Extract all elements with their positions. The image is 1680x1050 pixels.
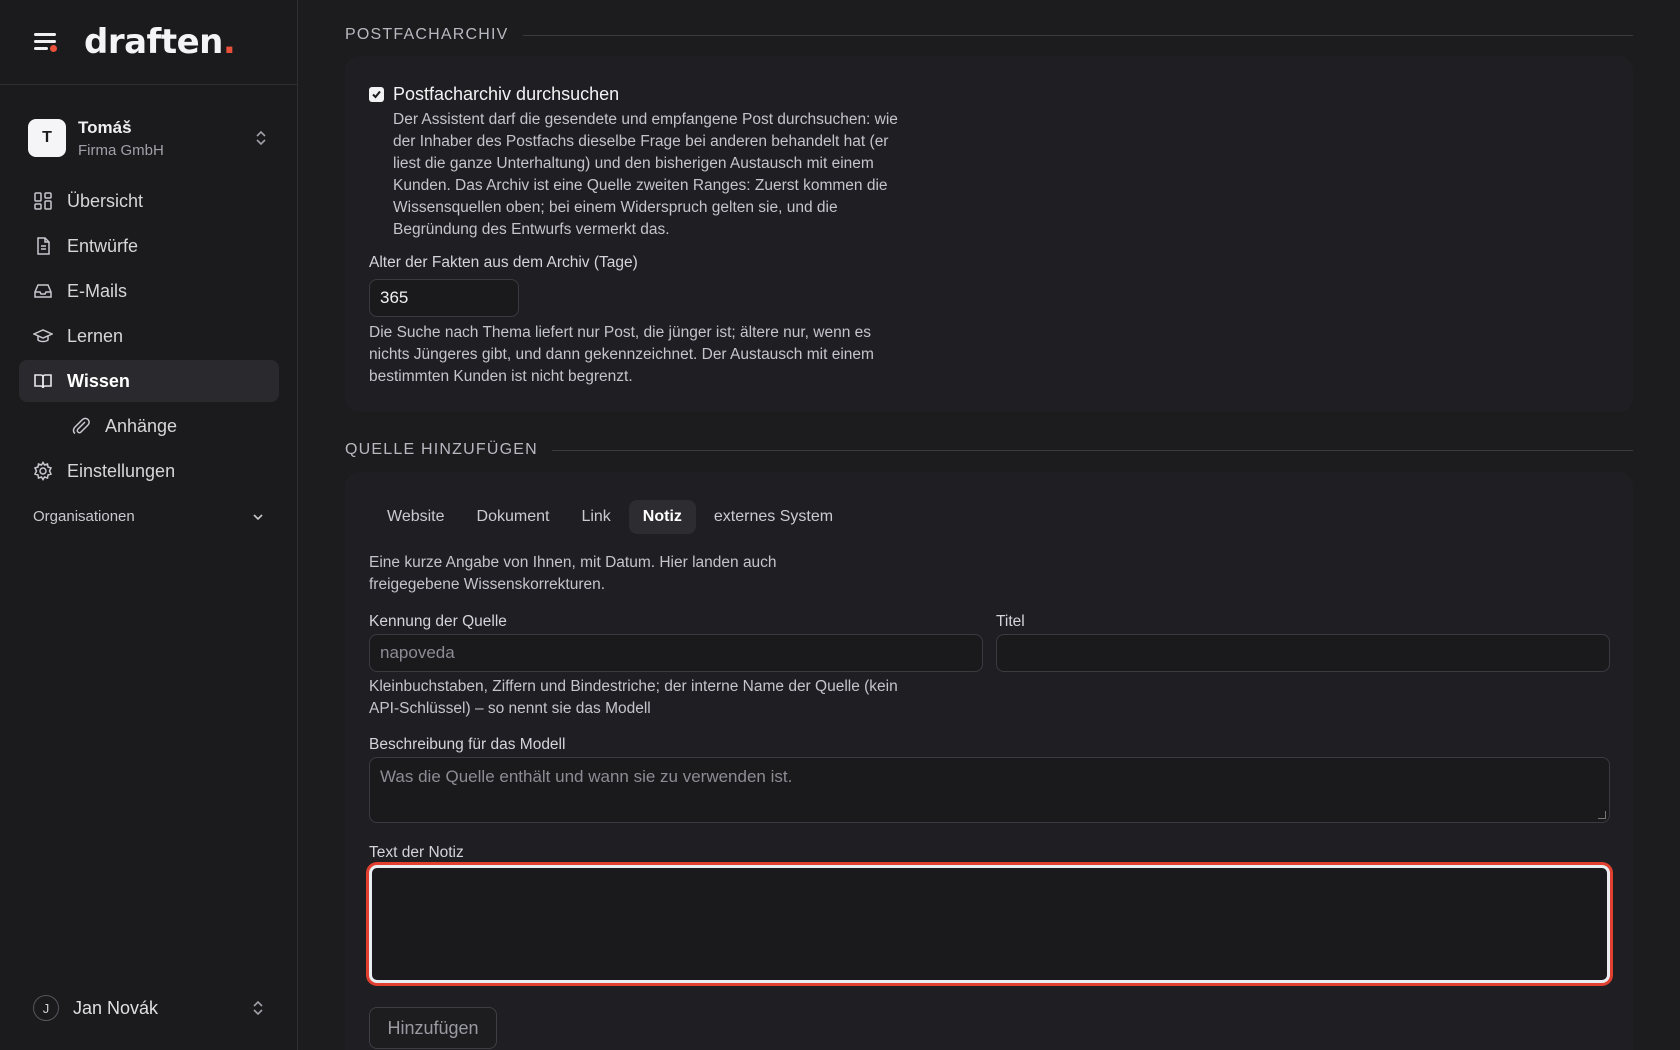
user-avatar: J	[33, 995, 59, 1021]
description-textarea[interactable]: Was die Quelle enthält und wann sie zu v…	[369, 757, 1610, 823]
user-name: Jan Novák	[73, 997, 159, 1018]
paperclip-icon	[72, 417, 90, 435]
graduation-cap-icon	[33, 329, 53, 343]
add-source-section-heading: QUELLE HINZUFÜGEN	[345, 441, 1633, 459]
description-placeholder: Was die Quelle enthält und wann sie zu v…	[380, 767, 793, 786]
organisations-label: Organisationen	[33, 508, 135, 525]
tab-website[interactable]: Website	[373, 500, 459, 534]
nav-label: Anhänge	[105, 415, 178, 436]
archive-age-label: Alter der Fakten aus dem Archiv (Tage)	[369, 254, 638, 271]
source-title-input[interactable]	[996, 634, 1610, 672]
add-source-card: Website Dokument Link Notiz externes Sys…	[345, 472, 1633, 1050]
description-label: Beschreibung für das Modell	[369, 736, 566, 753]
nav-label: Wissen	[67, 370, 130, 391]
logo-row: draften.	[0, 0, 297, 85]
archive-card: Postfacharchiv durchsuchen Der Assistent…	[345, 56, 1633, 412]
book-icon	[34, 374, 52, 389]
organisations-toggle[interactable]: Organisationen	[33, 508, 265, 525]
org-switcher[interactable]: T Tomáš Firma GmbH	[28, 115, 268, 161]
tab-note[interactable]: Notiz	[628, 500, 696, 534]
document-icon	[37, 237, 50, 255]
brand-logo: draften.	[84, 22, 236, 62]
archive-age-help: Die Suche nach Thema liefert nur Post, d…	[369, 324, 874, 385]
source-id-label: Kennung der Quelle	[369, 613, 507, 630]
tab-external-system[interactable]: externes System	[700, 500, 847, 534]
user-menu[interactable]: J Jan Novák	[33, 994, 265, 1022]
note-intro: Eine kurze Angabe von Ihnen, mit Datum. …	[369, 554, 777, 593]
add-source-button[interactable]: Hinzufügen	[369, 1007, 497, 1049]
source-id-help: Kleinbuchstaben, Ziffern und Bindestrich…	[369, 678, 898, 717]
main-nav: Übersicht Entwürfe E-Mails Lernen Wissen	[19, 180, 279, 495]
nav-label: E-Mails	[67, 280, 128, 301]
chevron-up-down-icon	[256, 130, 266, 146]
source-id-input[interactable]: napoveda	[369, 634, 983, 672]
nav-item-overview[interactable]: Übersicht	[19, 180, 279, 222]
tab-document[interactable]: Dokument	[463, 500, 564, 534]
menu-icon[interactable]	[32, 30, 60, 54]
note-textarea[interactable]	[369, 865, 1610, 983]
archive-section-heading: POSTFACHARCHIV	[345, 26, 1633, 44]
archive-description: Der Assistent darf die gesendete und emp…	[393, 111, 898, 238]
nav-item-emails[interactable]: E-Mails	[19, 270, 279, 312]
note-text-label: Text der Notiz	[369, 844, 464, 861]
archive-age-input[interactable]: 365	[369, 279, 519, 317]
chevron-up-down-icon	[253, 1000, 263, 1016]
nav-label: Übersicht	[67, 190, 144, 211]
grid-icon	[34, 192, 52, 210]
nav-label: Lernen	[67, 325, 124, 346]
nav-item-knowledge[interactable]: Wissen	[19, 360, 279, 402]
org-avatar: T	[28, 119, 66, 157]
sidebar: draften. T Tomáš Firma GmbH Übersicht En…	[0, 0, 298, 1050]
nav-label: Einstellungen	[67, 460, 176, 481]
nav-item-settings[interactable]: Einstellungen	[19, 450, 279, 492]
inbox-icon	[34, 284, 52, 298]
chevron-down-icon	[253, 513, 263, 520]
org-name: Tomáš	[78, 117, 132, 137]
source-type-tabs: Website Dokument Link Notiz externes Sys…	[373, 500, 851, 534]
gear-icon	[33, 461, 53, 481]
archive-checkbox-row[interactable]: Postfacharchiv durchsuchen	[369, 84, 619, 105]
source-title-label: Titel	[996, 613, 1025, 630]
resize-handle[interactable]	[1598, 811, 1606, 819]
archive-checkbox[interactable]	[369, 87, 384, 102]
nav-item-attachments[interactable]: Anhänge	[19, 405, 279, 447]
nav-item-drafts[interactable]: Entwürfe	[19, 225, 279, 267]
tab-link[interactable]: Link	[567, 500, 624, 534]
org-company: Firma GmbH	[78, 141, 164, 159]
nav-item-learn[interactable]: Lernen	[19, 315, 279, 357]
checkmark-icon	[372, 90, 381, 99]
nav-label: Entwürfe	[67, 235, 139, 256]
archive-checkbox-label: Postfacharchiv durchsuchen	[393, 84, 620, 104]
